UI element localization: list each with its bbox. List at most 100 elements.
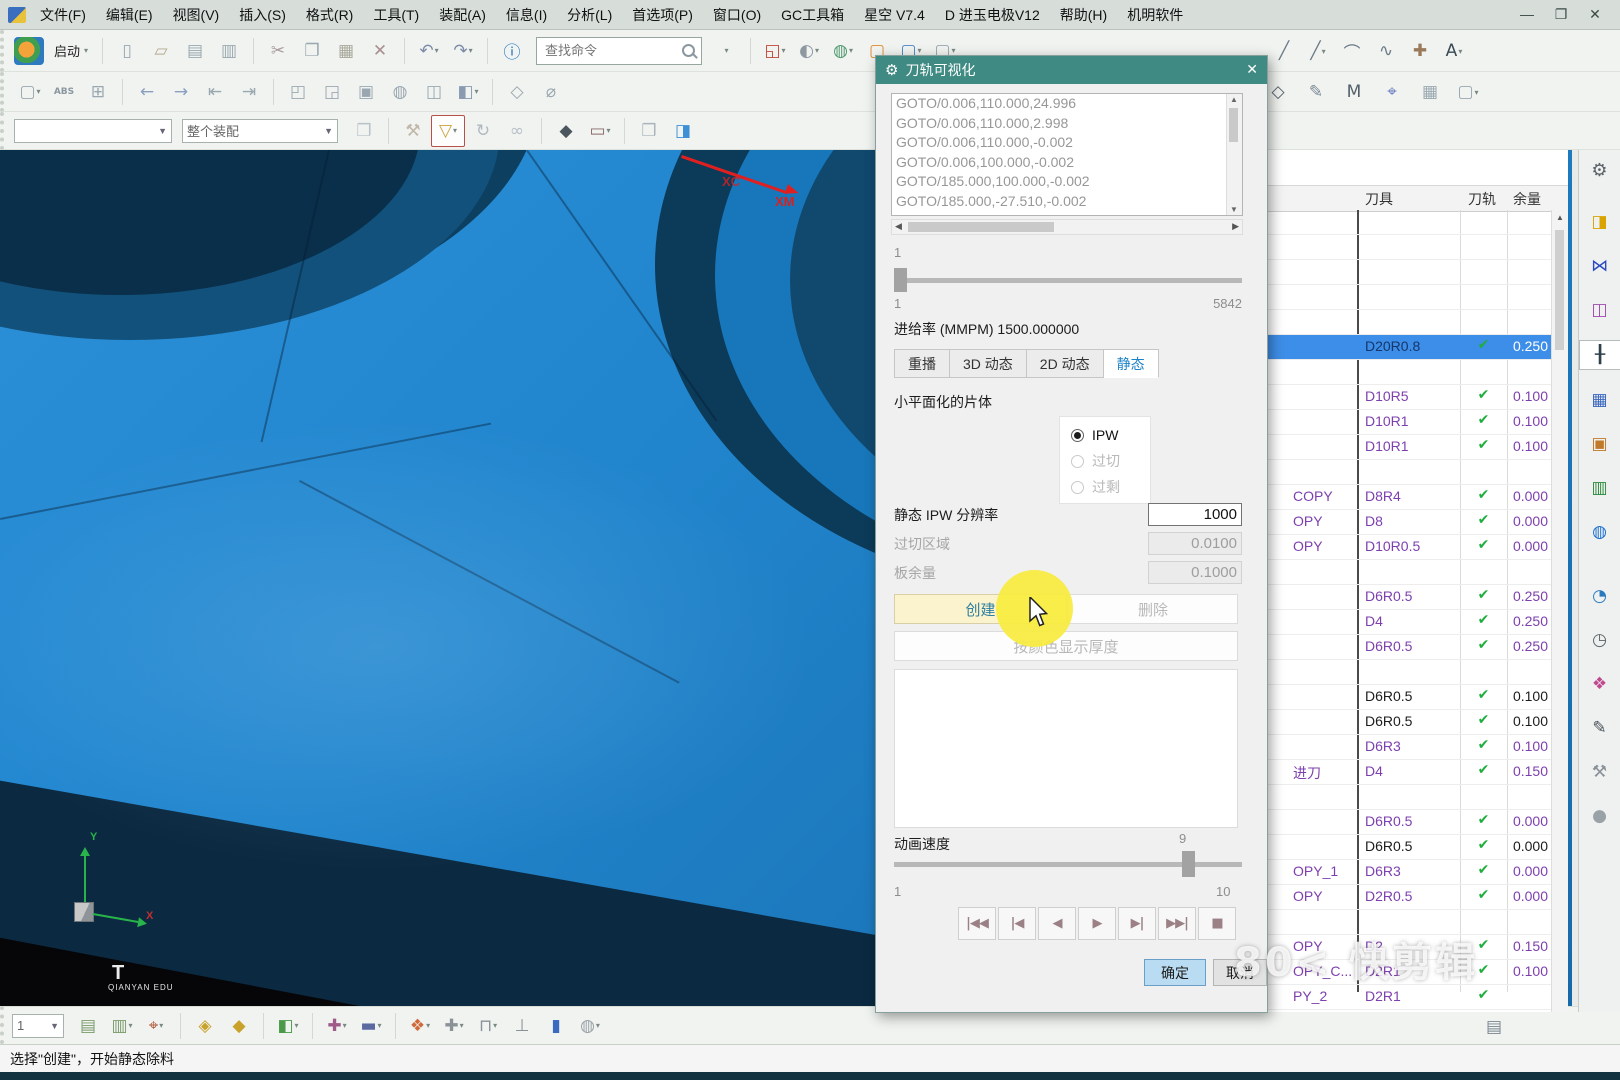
menu-item-10[interactable]: 窗口(O) (703, 0, 771, 30)
operation-row-15[interactable]: D6R0.5 ✔ 0.250 (1262, 585, 1551, 610)
command-finder[interactable] (536, 36, 703, 65)
restore-button[interactable]: ❐ (1552, 6, 1570, 23)
arc-tool-icon[interactable]: ⌒ (1336, 36, 1368, 66)
stop-button[interactable]: ■ (1198, 907, 1236, 940)
goto-horizontal-scrollbar[interactable]: ◀ ▶ (891, 219, 1243, 235)
dropdown-caret-icon[interactable]: ▾ (129, 1021, 133, 1030)
search-icon[interactable] (682, 44, 696, 57)
sketch-tool-icon[interactable]: ✎ (1300, 77, 1332, 107)
menu-item-12[interactable]: 星空 V7.4 (854, 0, 935, 30)
selection-type-combo[interactable]: ▼ (14, 118, 172, 143)
command-finder-input[interactable] (543, 42, 681, 59)
operation-row-0[interactable] (1262, 210, 1551, 235)
info-icon[interactable]: ⓘ (496, 36, 528, 66)
radio-circle-icon[interactable] (1071, 428, 1084, 442)
dialog-close-icon[interactable]: ✕ (1246, 62, 1258, 78)
render-style-icon[interactable]: ◍ ▾ (827, 36, 859, 66)
wcs-icon[interactable]: ⌖ (1376, 77, 1408, 107)
handle-icon[interactable]: ● (1585, 802, 1615, 830)
machining-feature-navigator-icon[interactable]: ▦ (1585, 386, 1615, 414)
copy-icon[interactable]: ❐ (296, 36, 328, 66)
scrollbar-thumb[interactable] (1229, 108, 1238, 142)
operation-row-16[interactable]: D4 ✔ 0.250 (1262, 610, 1551, 635)
progress-slider-handle[interactable] (894, 268, 907, 292)
cube-view-icon[interactable]: ▣ (350, 77, 382, 107)
step-back-button[interactable]: ◀ (1038, 907, 1076, 940)
extrude-icon[interactable]: ⊓ ▾ (472, 1011, 504, 1041)
line-tool-icon[interactable]: ╱ (1268, 36, 1300, 66)
assembly-window-icon[interactable]: ❒ (348, 116, 380, 146)
work-layer-combo[interactable]: 1 ▼ (12, 1013, 64, 1038)
dimension-icon[interactable]: ✚ ▾ (321, 1011, 353, 1041)
operation-row-19[interactable]: D6R0.5 ✔ 0.100 (1262, 685, 1551, 710)
start-button[interactable]: 启动 ▾ (48, 36, 94, 66)
section-view-icon[interactable]: ◧ ▾ (452, 77, 484, 107)
table-scrollbar[interactable]: ▲ (1551, 210, 1568, 1012)
cut-icon[interactable]: ✂ (262, 36, 294, 66)
sphere-view-icon[interactable]: ◍ (384, 77, 416, 107)
paste-icon[interactable]: ▦ (330, 36, 362, 66)
operation-row-25[interactable]: D6R0.5 ✔ 0.000 (1262, 835, 1551, 860)
dropdown-caret-icon[interactable]: ▾ (426, 1021, 430, 1030)
operation-row-20[interactable]: D6R0.5 ✔ 0.100 (1262, 710, 1551, 735)
selection-filter-icon[interactable]: ▽ ▾ (431, 114, 465, 147)
dropdown-caret-icon[interactable]: ▾ (782, 46, 786, 55)
dropdown-caret-icon[interactable]: ▾ (295, 1021, 299, 1030)
book-blue-icon[interactable]: ▮ (540, 1011, 572, 1041)
scroll-right-icon[interactable]: ▶ (1232, 221, 1239, 232)
rotate-csys-icon[interactable]: ↻ (467, 116, 499, 146)
selection-scope-combo[interactable]: 整个装配 ▼ (182, 118, 338, 143)
assembly-navigator-icon[interactable]: ◨ (1585, 208, 1615, 236)
first-view-icon[interactable]: ⇤ (199, 77, 231, 107)
operation-row-23[interactable] (1262, 785, 1551, 810)
show-thickness-by-color-button[interactable]: 按颜色显示厚度 (894, 631, 1238, 661)
iso-view-icon[interactable]: ◲ (316, 77, 348, 107)
layer-settings-icon[interactable]: ▤ (72, 1011, 104, 1041)
window-icon[interactable]: ▢ ▾ (1452, 77, 1484, 107)
wcs-dynamics-icon[interactable]: ⌖ ▾ (140, 1011, 172, 1041)
dropdown-caret-icon[interactable]: ▾ (37, 87, 41, 96)
dropdown-caret-icon[interactable]: ▾ (435, 46, 439, 55)
dropdown-caret-icon[interactable]: ▾ (159, 1021, 163, 1030)
tab-2D 动态[interactable]: 2D 动态 (1026, 349, 1104, 378)
redo-icon[interactable]: ↷ ▾ (447, 36, 479, 66)
front-view-icon[interactable]: ◰ (282, 77, 314, 107)
operation-row-17[interactable]: D6R0.5 ✔ 0.250 (1262, 635, 1551, 660)
goto-line[interactable]: GOTO/185.000,100.000,-0.002 (892, 172, 1242, 192)
radio-option-IPW[interactable]: IPW (1071, 422, 1150, 448)
dropdown-caret-icon[interactable]: ▾ (607, 126, 611, 135)
operation-row-6[interactable] (1262, 360, 1551, 385)
scroll-up-icon[interactable]: ▲ (1230, 95, 1238, 104)
goto-statement-list[interactable]: GOTO/0.006,110.000,24.996 GOTO/0.006,110.… (891, 93, 1243, 216)
operation-row-13[interactable]: OPY D10R0.5 ✔ 0.000 (1262, 535, 1551, 560)
part-navigator-icon[interactable]: ◫ (1585, 296, 1615, 324)
grid-icon[interactable]: ▦ (1414, 77, 1446, 107)
goto-vertical-scrollbar[interactable]: ▲ ▼ (1226, 94, 1242, 215)
goto-line[interactable]: GOTO/0.006,100.000,-0.002 (892, 153, 1242, 173)
wire-sphere-icon[interactable]: ◍ ▾ (574, 1011, 606, 1041)
ruler-icon[interactable]: ▬ ▾ (355, 1011, 387, 1041)
dropdown-caret-icon[interactable]: ▾ (1458, 47, 1462, 56)
goto-line[interactable]: GOTO/185.000,-27.510,-0.002 (892, 192, 1242, 212)
progress-slider-track[interactable] (894, 278, 1242, 283)
operation-row-27[interactable]: OPY D2R0.5 ✔ 0.000 (1262, 885, 1551, 910)
settings-gear-icon[interactable]: ⚙ (1585, 156, 1615, 184)
dropdown-caret-icon[interactable]: ▾ (460, 1021, 464, 1030)
journal-icon[interactable]: ✎ (1585, 714, 1615, 742)
radio-circle-icon[interactable] (1071, 480, 1084, 494)
scrollbar-thumb[interactable] (1555, 230, 1564, 350)
constraint-navigator-icon[interactable]: ⋈ (1585, 252, 1615, 280)
scroll-up-icon[interactable]: ▲ (1556, 213, 1564, 222)
radio-circle-icon[interactable] (1071, 454, 1084, 468)
library-icon[interactable]: ▥ (1585, 474, 1615, 502)
operation-row-8[interactable]: D10R1 ✔ 0.100 (1262, 410, 1551, 435)
goto-line[interactable]: GOTO/0.006,110.000,24.996 (892, 94, 1242, 114)
hexagon-select-icon[interactable]: ◆ (550, 116, 582, 146)
tab-静态[interactable]: 静态 (1103, 349, 1159, 378)
close-button[interactable]: ✕ (1586, 6, 1604, 23)
layer-category-icon[interactable]: ▥ ▾ (106, 1011, 138, 1041)
scroll-left-icon[interactable]: ◀ (895, 221, 902, 232)
dropdown-caret-icon[interactable]: ▾ (493, 1021, 497, 1030)
operation-row-1[interactable] (1262, 235, 1551, 260)
speed-slider-handle[interactable] (1182, 851, 1195, 877)
